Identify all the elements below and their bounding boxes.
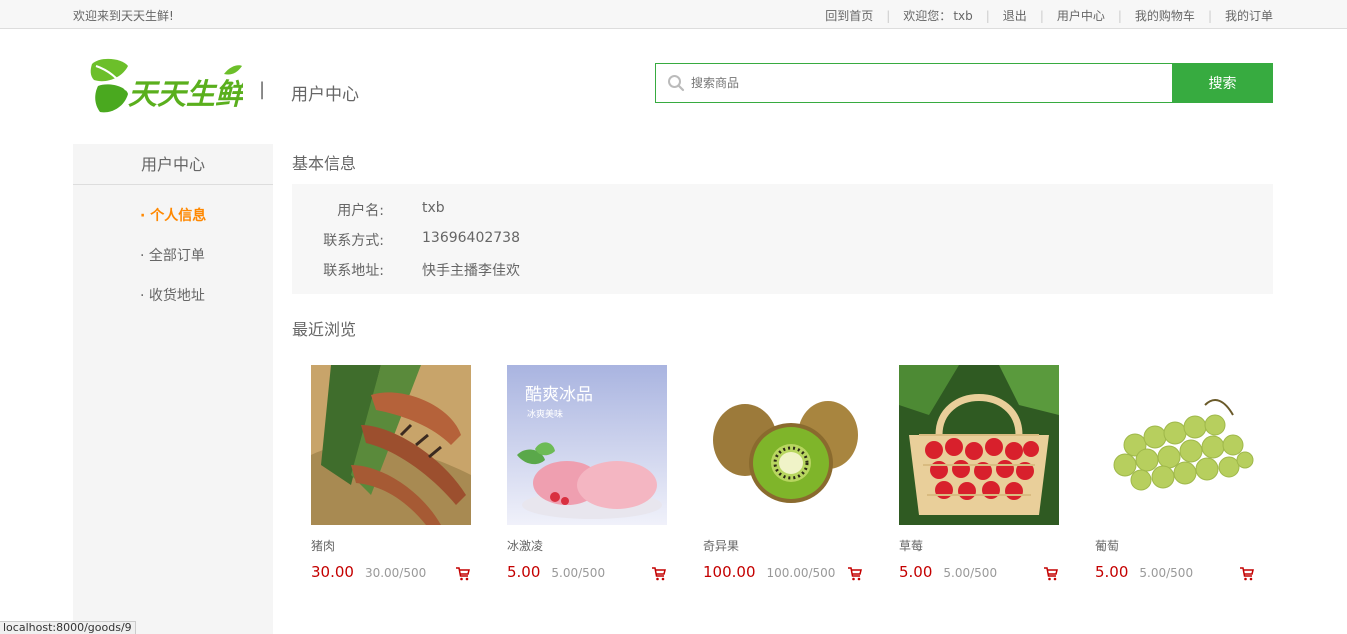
goods-price: 30.00 xyxy=(311,563,354,581)
goods-image[interactable]: 酷爽冰品 冰爽美味 xyxy=(507,365,667,525)
separator: | xyxy=(985,8,990,23)
goods-unit: 5.00/500 xyxy=(1139,566,1194,580)
goods-name[interactable]: 猪肉 xyxy=(311,537,471,553)
sidebar-item-orders[interactable]: · 全部订单 xyxy=(73,245,273,285)
goods-item: 奇异果 100.00 100.00/500 xyxy=(703,365,863,583)
goods-image[interactable] xyxy=(703,365,863,525)
logout-link[interactable]: 退出 xyxy=(1003,7,1027,24)
main-content: 基本信息 用户名: txb 联系方式: 13696402738 联系地址: 快手… xyxy=(292,144,1273,583)
info-label: 用户名: xyxy=(337,203,384,219)
price-line: 5.00 5.00/500 xyxy=(1095,563,1255,583)
header: 天天生鲜 | 用户中心 搜索 xyxy=(0,29,1347,144)
cart-icon[interactable] xyxy=(455,566,471,581)
separator: | xyxy=(1117,8,1122,23)
goods-name[interactable]: 奇异果 xyxy=(703,537,863,553)
goods-item: 葡萄 5.00 5.00/500 xyxy=(1095,365,1255,583)
info-value: 快手主播李佳欢 xyxy=(422,263,520,279)
logo-divider: | xyxy=(259,79,266,100)
separator: | xyxy=(1207,8,1212,23)
sidebar-title: 用户中心 xyxy=(73,144,273,185)
price-line: 30.00 30.00/500 xyxy=(311,563,471,583)
search-button[interactable]: 搜索 xyxy=(1172,63,1273,103)
search-bar: 搜索 xyxy=(655,63,1273,103)
welcome-text: 欢迎来到天天生鲜! xyxy=(73,9,174,23)
svg-text:天天生鲜: 天天生鲜 xyxy=(128,77,243,111)
goods-item: 猪肉 30.00 30.00/500 xyxy=(311,365,471,583)
goods-unit: 100.00/500 xyxy=(766,566,836,580)
info-label: 联系地址: xyxy=(323,263,384,279)
top-links: 回到首页 | 欢迎您： txb | 退出 | 用户中心 | 我的购物车 | 我的… xyxy=(825,7,1273,24)
goods-price: 5.00 xyxy=(507,563,541,581)
cart-icon[interactable] xyxy=(1043,566,1059,581)
top-bar: 欢迎来到天天生鲜! 回到首页 | 欢迎您： txb | 退出 | 用户中心 | … xyxy=(0,0,1347,29)
info-label: 联系方式: xyxy=(323,233,384,249)
status-url-tooltip: localhost:8000/goods/9 xyxy=(0,621,136,634)
search-icon xyxy=(668,75,685,92)
goods-item: 酷爽冰品 冰爽美味 冰激凌 5.00 5.00/500 xyxy=(507,365,667,583)
goods-unit: 30.00/500 xyxy=(364,566,427,580)
svg-text:冰爽美味: 冰爽美味 xyxy=(527,408,563,420)
user-center-link[interactable]: 用户中心 xyxy=(1057,7,1105,24)
goods-price: 100.00 xyxy=(703,563,756,581)
info-row: 联系地址: 快手主播李佳欢 xyxy=(292,260,1273,290)
sidebar-item-profile[interactable]: · 个人信息 xyxy=(73,205,273,245)
recent-goods-list: 猪肉 30.00 30.00/500 酷爽冰品 冰爽美味 冰激凌 5.00 5.… xyxy=(311,365,1273,583)
site-logo[interactable]: 天天生鲜 xyxy=(88,56,248,118)
sidebar-item-address[interactable]: · 收货地址 xyxy=(73,285,273,325)
goods-image[interactable] xyxy=(899,365,1059,525)
goods-name[interactable]: 葡萄 xyxy=(1095,537,1255,553)
separator: | xyxy=(886,8,891,23)
sidebar: 用户中心 · 个人信息 · 全部订单 · 收货地址 xyxy=(73,144,273,634)
info-title: 基本信息 xyxy=(292,154,357,173)
search-box xyxy=(655,63,1172,103)
cart-link[interactable]: 我的购物车 xyxy=(1135,7,1195,24)
search-input[interactable] xyxy=(691,76,1131,90)
info-row: 联系方式: 13696402738 xyxy=(292,230,1273,260)
info-value: 13696402738 xyxy=(422,230,520,246)
goods-name[interactable]: 冰激凌 xyxy=(507,537,667,553)
cart-icon[interactable] xyxy=(847,566,863,581)
cart-icon[interactable] xyxy=(651,566,667,581)
cart-icon[interactable] xyxy=(1239,566,1255,581)
username-text: txb xyxy=(953,8,973,23)
price-line: 5.00 5.00/500 xyxy=(899,563,1059,583)
goods-price: 5.00 xyxy=(899,563,933,581)
price-line: 100.00 100.00/500 xyxy=(703,563,863,583)
home-link[interactable]: 回到首页 xyxy=(825,7,873,24)
separator: | xyxy=(1039,8,1044,23)
info-row: 用户名: txb xyxy=(292,200,1273,230)
info-value: txb xyxy=(422,200,445,216)
goods-name[interactable]: 草莓 xyxy=(899,537,1059,553)
price-line: 5.00 5.00/500 xyxy=(507,563,667,583)
goods-unit: 5.00/500 xyxy=(943,566,998,580)
greeting-text: 欢迎您： xyxy=(903,9,952,23)
sidebar-menu: · 个人信息 · 全部订单 · 收货地址 xyxy=(73,185,273,325)
orders-link[interactable]: 我的订单 xyxy=(1225,7,1273,24)
info-panel: 用户名: txb 联系方式: 13696402738 联系地址: 快手主播李佳欢 xyxy=(292,184,1273,294)
goods-image[interactable] xyxy=(1095,365,1255,525)
page-subtitle: 用户中心 xyxy=(291,85,359,105)
goods-unit: 5.00/500 xyxy=(551,566,606,580)
goods-image[interactable] xyxy=(311,365,471,525)
goods-price: 5.00 xyxy=(1095,563,1129,581)
svg-text:酷爽冰品: 酷爽冰品 xyxy=(525,385,593,405)
goods-item: 草莓 5.00 5.00/500 xyxy=(899,365,1059,583)
recent-title: 最近浏览 xyxy=(292,320,357,339)
